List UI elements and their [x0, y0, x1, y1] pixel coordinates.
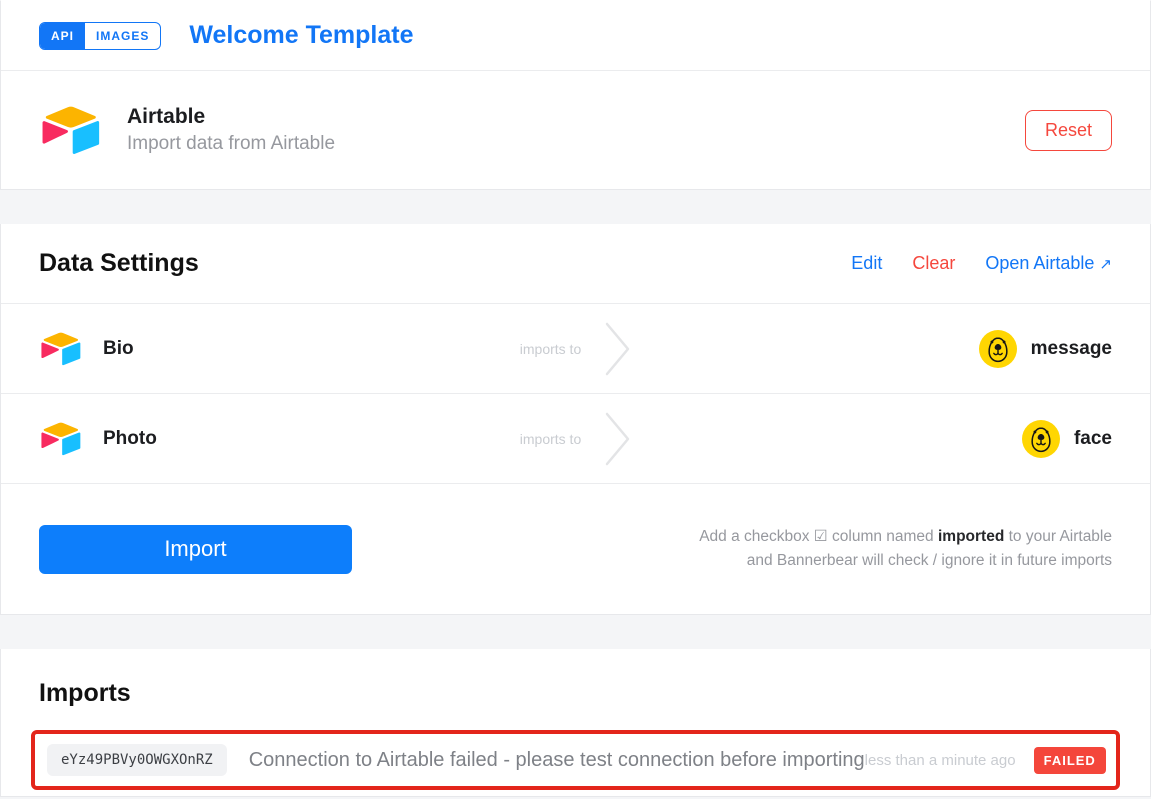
data-settings-header: Data Settings Edit Clear Open Airtable ↗ — [1, 224, 1150, 304]
integration-name: Airtable — [127, 105, 206, 128]
imports-to-label: imports to — [519, 340, 582, 357]
import-entry-meta: less than a minute ago FAILED — [864, 746, 1106, 774]
airtable-field-icon — [39, 420, 83, 458]
note-text: Add a checkbox — [699, 528, 814, 545]
imports-header: Imports — [1, 649, 1150, 730]
data-settings-actions: Edit Clear Open Airtable ↗ — [851, 253, 1112, 274]
template-card: API IMAGES Welcome Template Airtable Imp… — [0, 0, 1151, 190]
bannerbear-icon — [978, 329, 1017, 368]
mapping-row-photo[interactable]: Photo imports to face — [1, 394, 1150, 484]
source-field-name: Photo — [103, 427, 157, 449]
open-airtable-label: Open Airtable — [985, 253, 1095, 273]
edit-link[interactable]: Edit — [851, 253, 882, 274]
import-entry-row[interactable]: eYz49PBVy0OWGXOnRZ Connection to Airtabl… — [31, 730, 1120, 790]
import-note: Add a checkbox ☑ column named imported t… — [699, 525, 1112, 573]
clear-link[interactable]: Clear — [912, 253, 955, 274]
api-images-toggle[interactable]: API IMAGES — [39, 21, 162, 50]
import-area: Import Add a checkbox ☑ column named imp… — [1, 484, 1150, 614]
toggle-api[interactable]: API — [40, 22, 86, 49]
imports-to-label: imports to — [519, 430, 582, 447]
source-field-name: Bio — [103, 337, 134, 359]
import-id-badge: eYz49PBVy0OWGXOnRZ — [47, 744, 227, 776]
note-imported-keyword: imported — [937, 528, 1005, 545]
bannerbear-icon — [1021, 419, 1060, 458]
data-settings-card: Data Settings Edit Clear Open Airtable ↗ … — [0, 224, 1151, 615]
target-field-name: face — [1073, 427, 1112, 449]
airtable-field-icon — [39, 330, 83, 368]
target-field: message — [978, 329, 1112, 368]
integration-description: Import data from Airtable — [127, 133, 336, 154]
chevron-right-icon — [605, 322, 631, 376]
airtable-integration-row: Airtable Import data from Airtable Reset — [1, 71, 1150, 189]
status-badge: FAILED — [1033, 746, 1106, 774]
imports-title: Imports — [39, 679, 131, 707]
import-button[interactable]: Import — [39, 524, 352, 574]
import-error-message: Connection to Airtable failed - please t… — [248, 748, 865, 771]
data-settings-title: Data Settings — [39, 249, 199, 277]
chevron-right-icon — [605, 412, 631, 466]
reset-button[interactable]: Reset — [1024, 109, 1112, 151]
toggle-images[interactable]: IMAGES — [85, 23, 160, 49]
external-link-icon: ↗ — [1099, 256, 1112, 273]
note-text-line2: and Bannerbear will check / ignore it in… — [746, 552, 1112, 569]
imports-to-indicator: imports to — [1, 304, 1150, 393]
integration-text: Airtable Import data from Airtable — [127, 103, 335, 157]
airtable-logo-icon — [39, 103, 103, 158]
mapping-row-bio[interactable]: Bio imports to message — [1, 304, 1150, 394]
checkbox-glyph-icon: ☑ — [813, 528, 828, 545]
imports-card: Imports eYz49PBVy0OWGXOnRZ Connection to… — [0, 649, 1151, 797]
import-timestamp: less than a minute ago — [864, 751, 1016, 769]
page-title: Welcome Template — [189, 21, 414, 49]
template-header: API IMAGES Welcome Template — [1, 1, 1150, 71]
target-field: face — [1021, 419, 1112, 458]
note-text: column named — [827, 528, 938, 545]
note-text: to your Airtable — [1004, 528, 1112, 545]
target-field-name: message — [1030, 337, 1112, 359]
open-airtable-link[interactable]: Open Airtable ↗ — [985, 253, 1112, 274]
imports-to-indicator: imports to — [1, 394, 1150, 483]
